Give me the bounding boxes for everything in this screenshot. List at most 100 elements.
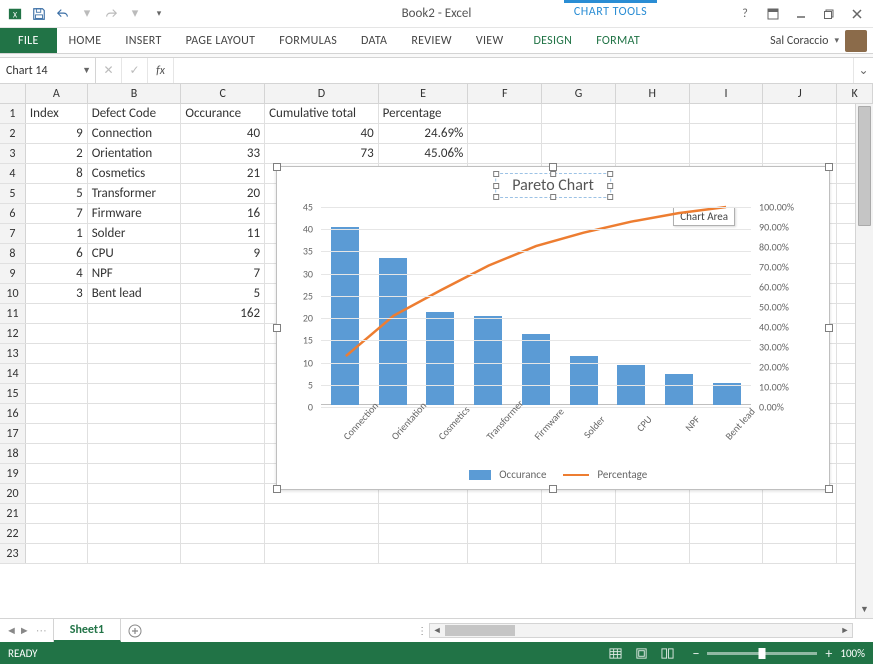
- cell[interactable]: 33: [181, 144, 265, 163]
- cell[interactable]: [181, 344, 265, 363]
- tab-format[interactable]: FORMAT: [584, 28, 652, 53]
- cell[interactable]: 21: [181, 164, 265, 183]
- cell[interactable]: [88, 464, 182, 483]
- cell[interactable]: [26, 324, 88, 343]
- enter-formula-icon[interactable]: ✓: [122, 58, 148, 83]
- cell[interactable]: [468, 144, 542, 163]
- cell[interactable]: Cosmetics: [88, 164, 182, 183]
- column-header[interactable]: D: [265, 84, 379, 103]
- cell[interactable]: [690, 144, 764, 163]
- cell[interactable]: 5: [181, 284, 265, 303]
- tab-home[interactable]: HOME: [57, 28, 114, 53]
- row-header[interactable]: 13: [0, 344, 26, 363]
- cell[interactable]: [690, 504, 764, 523]
- hscroll-thumb[interactable]: [445, 625, 515, 636]
- row-header[interactable]: 12: [0, 324, 26, 343]
- excel-app-icon[interactable]: X: [4, 3, 26, 25]
- row-header[interactable]: 11: [0, 304, 26, 323]
- column-header[interactable]: G: [542, 84, 616, 103]
- row-header[interactable]: 10: [0, 284, 26, 303]
- sheet-next-icon[interactable]: ►: [19, 624, 30, 637]
- tab-insert[interactable]: INSERT: [113, 28, 173, 53]
- cell[interactable]: [181, 404, 265, 423]
- cell[interactable]: [26, 444, 88, 463]
- row-header[interactable]: 17: [0, 424, 26, 443]
- column-header[interactable]: H: [616, 84, 690, 103]
- title-handle[interactable]: [550, 194, 556, 200]
- cell[interactable]: [181, 544, 265, 563]
- row-header[interactable]: 5: [0, 184, 26, 203]
- column-header[interactable]: K: [837, 84, 873, 103]
- cell[interactable]: [88, 344, 182, 363]
- restore-icon[interactable]: [817, 4, 841, 24]
- cell[interactable]: 162: [181, 304, 265, 323]
- chart-legend[interactable]: Occurance Percentage: [277, 468, 829, 481]
- account-user[interactable]: Sal Coraccio ▾: [770, 28, 867, 53]
- row-header[interactable]: 22: [0, 524, 26, 543]
- cell[interactable]: 8: [26, 164, 88, 183]
- row-header[interactable]: 20: [0, 484, 26, 503]
- cell[interactable]: [468, 504, 542, 523]
- cell[interactable]: Transformer: [88, 184, 182, 203]
- cell[interactable]: Index: [26, 104, 88, 123]
- normal-view-icon[interactable]: [602, 644, 628, 662]
- cell[interactable]: [26, 484, 88, 503]
- cell[interactable]: [616, 144, 690, 163]
- cell[interactable]: 24.69%: [379, 124, 469, 143]
- cell[interactable]: 4: [26, 264, 88, 283]
- cell[interactable]: [265, 524, 379, 543]
- cell[interactable]: [542, 144, 616, 163]
- scroll-down-icon[interactable]: ▼: [856, 602, 873, 618]
- vscroll-thumb[interactable]: [858, 106, 871, 226]
- new-sheet-button[interactable]: [121, 619, 149, 642]
- cell[interactable]: [88, 404, 182, 423]
- page-break-view-icon[interactable]: [654, 644, 680, 662]
- cell[interactable]: [763, 504, 837, 523]
- title-handle[interactable]: [607, 171, 613, 177]
- cell[interactable]: [88, 304, 182, 323]
- cell[interactable]: Bent lead: [88, 284, 182, 303]
- cell[interactable]: [181, 384, 265, 403]
- cell[interactable]: [542, 524, 616, 543]
- formula-input[interactable]: [174, 58, 853, 83]
- cell[interactable]: [26, 384, 88, 403]
- row-header[interactable]: 6: [0, 204, 26, 223]
- tab-design[interactable]: DESIGN: [521, 28, 584, 53]
- title-handle[interactable]: [607, 194, 613, 200]
- resize-handle[interactable]: [273, 163, 281, 171]
- cell[interactable]: Occurance: [181, 104, 265, 123]
- cell[interactable]: 6: [26, 244, 88, 263]
- cell[interactable]: [181, 484, 265, 503]
- cell[interactable]: CPU: [88, 244, 182, 263]
- embedded-chart[interactable]: Pareto Chart Chart Area 0510152025303540…: [276, 166, 830, 490]
- sheet-nav[interactable]: ◄ ► ⋯: [0, 619, 54, 642]
- cell[interactable]: 11: [181, 224, 265, 243]
- cell[interactable]: 9: [26, 124, 88, 143]
- tab-view[interactable]: VIEW: [464, 28, 516, 53]
- resize-handle[interactable]: [549, 485, 557, 493]
- cell[interactable]: [88, 524, 182, 543]
- cell[interactable]: 2: [26, 144, 88, 163]
- cell[interactable]: [88, 384, 182, 403]
- cell[interactable]: [26, 364, 88, 383]
- cancel-formula-icon[interactable]: ✕: [96, 58, 122, 83]
- cell[interactable]: NPF: [88, 264, 182, 283]
- cell[interactable]: [26, 304, 88, 323]
- resize-handle[interactable]: [825, 485, 833, 493]
- save-icon[interactable]: [28, 3, 50, 25]
- cell[interactable]: [616, 104, 690, 123]
- select-all-corner[interactable]: [0, 84, 26, 103]
- column-header[interactable]: C: [181, 84, 265, 103]
- cell[interactable]: [265, 544, 379, 563]
- formula-expand-icon[interactable]: ⌄: [853, 58, 873, 83]
- cell[interactable]: 20: [181, 184, 265, 203]
- row-header[interactable]: 15: [0, 384, 26, 403]
- row-header[interactable]: 19: [0, 464, 26, 483]
- row-header[interactable]: 3: [0, 144, 26, 163]
- cell[interactable]: [690, 104, 764, 123]
- cell[interactable]: [379, 544, 469, 563]
- row-header[interactable]: 14: [0, 364, 26, 383]
- cell[interactable]: [181, 324, 265, 343]
- cell[interactable]: [88, 324, 182, 343]
- tab-scroll-split[interactable]: ⋮: [419, 622, 425, 639]
